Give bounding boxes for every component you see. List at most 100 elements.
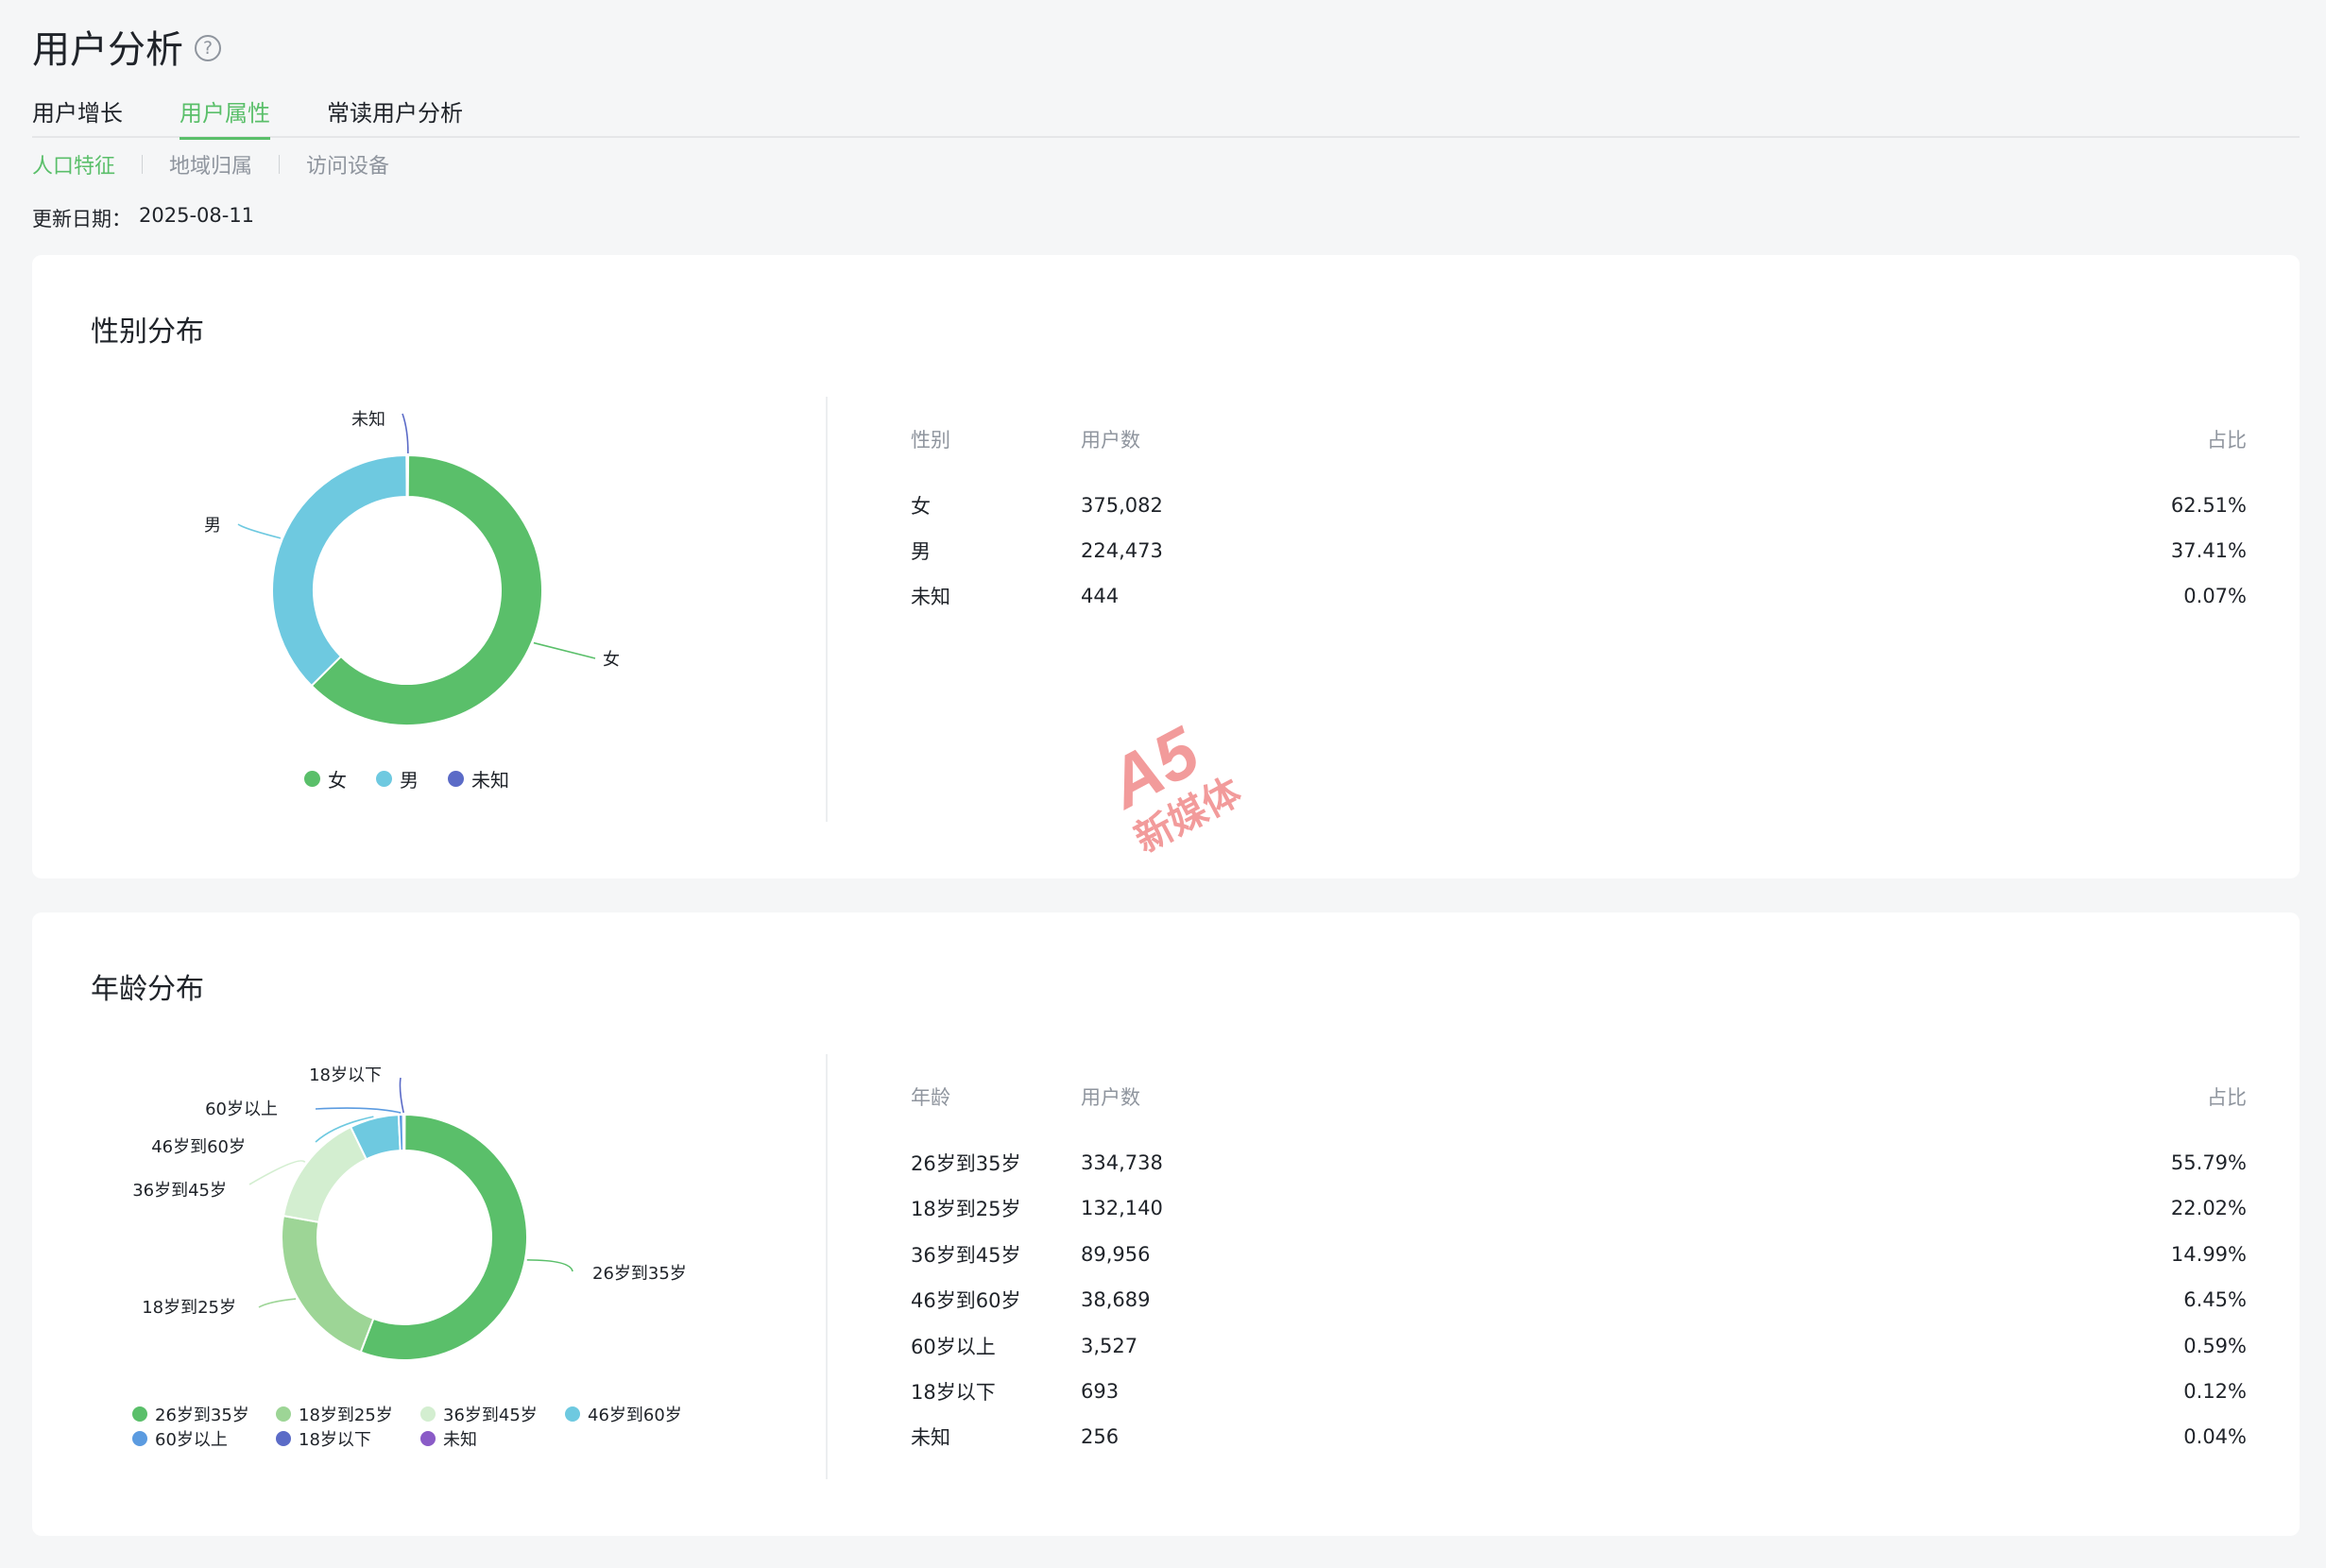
legend-item-unknown[interactable]: 未知 <box>448 765 509 793</box>
cell-name: 26岁到35岁 <box>911 1152 1021 1175</box>
gender-donut-chart: 女 男 未知 <box>204 410 620 726</box>
table-row: 18岁以下 693 0.12% <box>911 1377 2247 1406</box>
legend-item-18-25[interactable]: 18岁到25岁 <box>276 1402 393 1426</box>
age-card: 年龄分布 26岁到35岁 18岁到25岁 36岁到45岁 46岁到60岁 60岁以上 18… <box>32 912 2300 1536</box>
donut-slice[interactable] <box>405 453 410 499</box>
legend-item-46-60[interactable]: 46岁到60岁 <box>565 1402 682 1426</box>
cell-name: 18岁以下 <box>911 1381 996 1404</box>
cell-pct: 37.41% <box>2170 539 2247 562</box>
subtab-demographics[interactable]: 人口特征 <box>32 149 115 179</box>
slice-label: 18岁到25岁 <box>142 1298 236 1318</box>
legend-label: 男 <box>400 769 419 792</box>
legend-item-under-18[interactable]: 18岁以下 <box>276 1426 371 1451</box>
table-row: 26岁到35岁 334,738 55.79% <box>911 1149 2247 1177</box>
table-header: 年龄 用户数 占比 <box>911 1082 2247 1111</box>
legend-dot <box>132 1406 147 1422</box>
legend-item-60-plus[interactable]: 60岁以上 <box>132 1426 228 1451</box>
slice-label: 60岁以上 <box>205 1099 278 1119</box>
legend-item-female[interactable]: 女 <box>304 765 347 793</box>
subtab-divider <box>142 155 144 174</box>
cell-count: 256 <box>1081 1425 1120 1448</box>
legend-label: 未知 <box>443 1430 477 1450</box>
table-row: 女 375,082 62.51% <box>911 491 2247 520</box>
header-ratio: 占比 <box>2207 1086 2247 1109</box>
cell-pct: 22.02% <box>2170 1197 2247 1219</box>
legend-label: 60岁以上 <box>155 1430 228 1450</box>
cell-count: 224,473 <box>1081 539 1163 562</box>
header-age: 年龄 <box>911 1086 950 1109</box>
watermark-logo: A5 新媒体 <box>1096 711 1248 860</box>
legend-dot <box>376 771 392 787</box>
cell-pct: 62.51% <box>2170 494 2247 517</box>
cell-count: 132,140 <box>1081 1197 1163 1219</box>
legend-label: 46岁到60岁 <box>588 1406 682 1425</box>
legend-dot <box>565 1406 580 1422</box>
legend-item-26-35[interactable]: 26岁到35岁 <box>132 1402 249 1426</box>
cell-count: 89,956 <box>1081 1243 1151 1266</box>
legend-item-unknown[interactable]: 未知 <box>420 1426 477 1451</box>
slice-label: 18岁以下 <box>309 1065 382 1085</box>
legend-label: 未知 <box>471 769 509 792</box>
label-leader-line <box>526 1259 573 1272</box>
table-row: 18岁到25岁 132,140 22.02% <box>911 1194 2247 1222</box>
cell-name: 18岁到25岁 <box>911 1198 1021 1220</box>
tab-user-attributes[interactable]: 用户属性 <box>180 94 270 140</box>
legend-label: 18岁到25岁 <box>299 1406 393 1425</box>
legend-dot <box>420 1406 436 1422</box>
table-row: 46岁到60岁 38,689 6.45% <box>911 1286 2247 1314</box>
card-divider <box>826 1054 828 1479</box>
donut-slice[interactable] <box>402 1113 406 1152</box>
subtab-divider <box>279 155 281 174</box>
cell-pct: 0.04% <box>2183 1425 2247 1448</box>
legend-label: 36岁到45岁 <box>443 1406 538 1425</box>
label-leader-line <box>533 641 596 659</box>
cell-count: 375,082 <box>1081 494 1163 517</box>
label-leader-line <box>237 523 282 539</box>
slice-label: 女 <box>603 650 620 670</box>
table-row: 60岁以上 3,527 0.59% <box>911 1332 2247 1360</box>
cell-pct: 6.45% <box>2183 1288 2247 1311</box>
age-table: 年龄 用户数 占比 26岁到35岁 334,738 55.79% 18岁到25岁… <box>911 912 2247 1536</box>
cell-count: 38,689 <box>1081 1288 1151 1311</box>
page-title-text: 用户分析 <box>32 28 183 72</box>
page-title: 用户分析 ? <box>32 19 221 74</box>
label-leader-line <box>402 413 409 454</box>
donut-slice[interactable] <box>271 453 408 688</box>
tab-user-growth[interactable]: 用户增长 <box>32 94 123 138</box>
table-header: 性别 用户数 占比 <box>911 425 2247 453</box>
cell-name: 未知 <box>911 586 950 608</box>
donut-slice[interactable] <box>282 1125 368 1224</box>
cell-pct: 0.07% <box>2183 585 2247 607</box>
table-row: 36岁到45岁 89,956 14.99% <box>911 1240 2247 1269</box>
cell-name: 60岁以上 <box>911 1336 996 1358</box>
cell-name: 36岁到45岁 <box>911 1244 1021 1267</box>
cell-pct: 0.12% <box>2183 1380 2247 1403</box>
subtab-devices[interactable]: 访问设备 <box>306 149 389 179</box>
legend-label: 18岁以下 <box>299 1430 371 1450</box>
main-tabs: 用户增长 用户属性 常读用户分析 <box>32 94 2300 140</box>
table-row: 未知 256 0.04% <box>911 1423 2247 1451</box>
donut-slice[interactable] <box>281 1215 375 1354</box>
label-leader-line <box>315 1107 402 1114</box>
sub-tabs: 人口特征 地域归属 访问设备 <box>32 149 389 179</box>
header-user-count: 用户数 <box>1081 1086 1140 1109</box>
header-ratio: 占比 <box>2207 429 2247 452</box>
legend-dot <box>448 771 464 787</box>
legend-label: 26岁到35岁 <box>155 1406 249 1425</box>
cell-name: 女 <box>911 495 931 518</box>
legend-dot <box>276 1431 291 1446</box>
cell-name: 男 <box>911 540 931 563</box>
slice-label: 26岁到35岁 <box>592 1264 687 1284</box>
tab-frequent-readers[interactable]: 常读用户分析 <box>327 94 463 138</box>
cell-count: 693 <box>1081 1380 1120 1403</box>
label-leader-line <box>399 1077 404 1114</box>
help-icon[interactable]: ? <box>195 35 221 61</box>
subtab-region[interactable]: 地域归属 <box>169 149 252 179</box>
header-user-count: 用户数 <box>1081 429 1140 452</box>
cell-name: 46岁到60岁 <box>911 1289 1021 1312</box>
cell-count: 444 <box>1081 585 1120 607</box>
legend-item-male[interactable]: 男 <box>376 765 419 793</box>
legend-dot <box>132 1431 147 1446</box>
legend-item-36-45[interactable]: 36岁到45岁 <box>420 1402 538 1426</box>
cell-pct: 55.79% <box>2170 1151 2247 1174</box>
